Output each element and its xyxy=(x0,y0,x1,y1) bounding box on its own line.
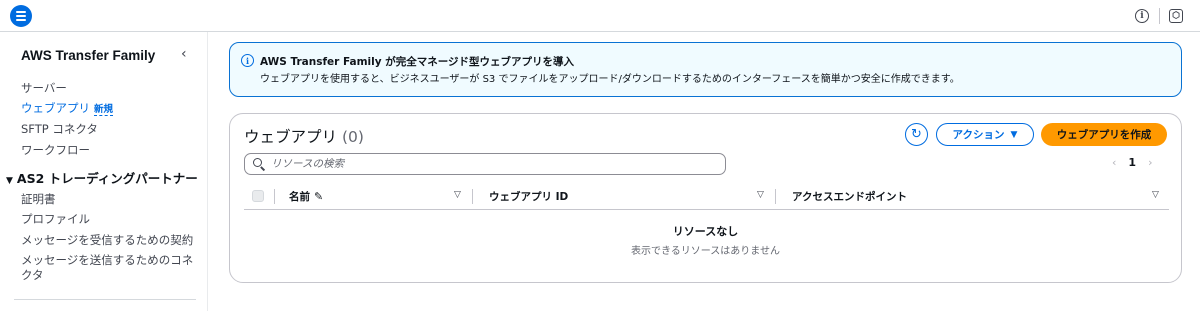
refresh-button[interactable]: ↻ xyxy=(905,123,928,146)
empty-state-title: リソースなし xyxy=(672,225,739,238)
page-title: ウェブアプリ (0) xyxy=(244,125,364,147)
sidebar-item-label: メッセージを受信するための契約 xyxy=(21,233,194,247)
sidebar-item-label: プロファイル xyxy=(21,212,90,226)
sort-icon[interactable]: ▽ xyxy=(757,190,764,200)
new-badge: 新規 xyxy=(94,104,114,116)
table-title: ウェブアプリ xyxy=(244,128,338,146)
search-field[interactable] xyxy=(244,153,726,175)
search-input[interactable] xyxy=(271,158,711,170)
banner-body: ウェブアプリを使用すると、ビジネスユーザーが S3 でファイルをアップロード/ダ… xyxy=(260,74,960,85)
column-header-web-app-id[interactable]: ウェブアプリ ID xyxy=(489,189,568,204)
sort-icon[interactable]: ▽ xyxy=(454,190,461,200)
web-apps-table-container: ウェブアプリ (0) ↻ アクション ▼ ウェブアプリを作成 ‹ 1 › 名前 ✎ … xyxy=(229,113,1182,283)
sidebar-section-label: AS2 トレーディングパートナー xyxy=(16,171,198,186)
sidebar-item-label: ウェブアプリ xyxy=(21,101,90,115)
info-icon: i xyxy=(241,54,254,67)
column-label: 名前 xyxy=(289,191,310,203)
column-divider xyxy=(472,189,473,204)
topbar-divider xyxy=(1159,8,1160,24)
actions-button[interactable]: アクション ▼ xyxy=(936,123,1034,146)
caret-down-icon: ▼ xyxy=(1010,129,1018,140)
table-header: 名前 ✎ ▽ ウェブアプリ ID ▽ アクセスエンドポイント ▽ xyxy=(244,184,1169,210)
sidebar-divider xyxy=(14,299,196,300)
sidebar-item-label: サーバー xyxy=(21,81,67,95)
sidebar-item-label: メッセージを送信するためのコネクタ xyxy=(21,253,194,282)
search-icon xyxy=(253,158,265,170)
hexagon-gear-icon[interactable]: ⬡ xyxy=(1169,9,1183,23)
select-all-checkbox[interactable] xyxy=(252,190,264,202)
column-divider xyxy=(775,189,776,204)
side-navigation: AWS Transfer Family ‹ サーバー ウェブアプリ 新規 SFTP… xyxy=(0,32,208,311)
column-divider xyxy=(274,189,275,204)
sidebar-title[interactable]: AWS Transfer Family xyxy=(21,48,155,63)
caret-down-icon: ▼ xyxy=(6,176,13,186)
column-header-name[interactable]: 名前 ✎ xyxy=(289,189,323,204)
sort-icon[interactable]: ▽ xyxy=(1152,190,1159,200)
hamburger-menu-icon[interactable] xyxy=(10,5,32,27)
sidebar-item-profiles[interactable]: プロファイル xyxy=(21,211,90,227)
sidebar-item-connectors[interactable]: メッセージを送信するためのコネクタ xyxy=(21,253,199,283)
sidebar-item-web-apps[interactable]: ウェブアプリ 新規 xyxy=(21,100,114,116)
page-number[interactable]: 1 xyxy=(1128,156,1136,169)
column-header-access-endpoint[interactable]: アクセスエンドポイント xyxy=(792,189,907,204)
sidebar-section-as2[interactable]: ▼ AS2 トレーディングパートナー xyxy=(6,168,198,187)
sidebar-item-workflows[interactable]: ワークフロー xyxy=(21,142,90,158)
sidebar-item-label: 証明書 xyxy=(21,192,56,206)
collapse-sidebar-icon[interactable]: ‹ xyxy=(181,46,187,62)
sidebar-item-certificates[interactable]: 証明書 xyxy=(21,191,56,207)
sidebar-item-agreements[interactable]: メッセージを受信するための契約 xyxy=(21,232,193,248)
resource-count: (0) xyxy=(341,128,364,146)
create-label: ウェブアプリを作成 xyxy=(1056,129,1152,141)
sidebar-item-sftp-connectors[interactable]: SFTP コネクタ xyxy=(21,121,98,137)
create-web-app-button[interactable]: ウェブアプリを作成 xyxy=(1041,123,1167,146)
empty-state-subtitle: 表示できるリソースはありません xyxy=(631,246,780,257)
chevron-right-icon[interactable]: › xyxy=(1148,156,1152,169)
top-navigation: i ⬡ xyxy=(0,0,1200,32)
sidebar-item-label: ワークフロー xyxy=(21,143,90,157)
pencil-icon: ✎ xyxy=(314,190,324,203)
pagination: ‹ 1 › xyxy=(1112,156,1152,169)
chevron-left-icon[interactable]: ‹ xyxy=(1112,156,1116,169)
actions-label: アクション xyxy=(952,129,1005,141)
refresh-icon: ↻ xyxy=(911,127,922,142)
sidebar-item-label: SFTP コネクタ xyxy=(21,122,98,136)
sidebar-item-servers[interactable]: サーバー xyxy=(21,80,67,96)
info-icon[interactable]: i xyxy=(1135,9,1149,23)
banner-title: AWS Transfer Family が完全マネージド型ウェブアプリを導入 xyxy=(260,56,575,68)
info-banner: i AWS Transfer Family が完全マネージド型ウェブアプリを導入… xyxy=(229,42,1182,97)
